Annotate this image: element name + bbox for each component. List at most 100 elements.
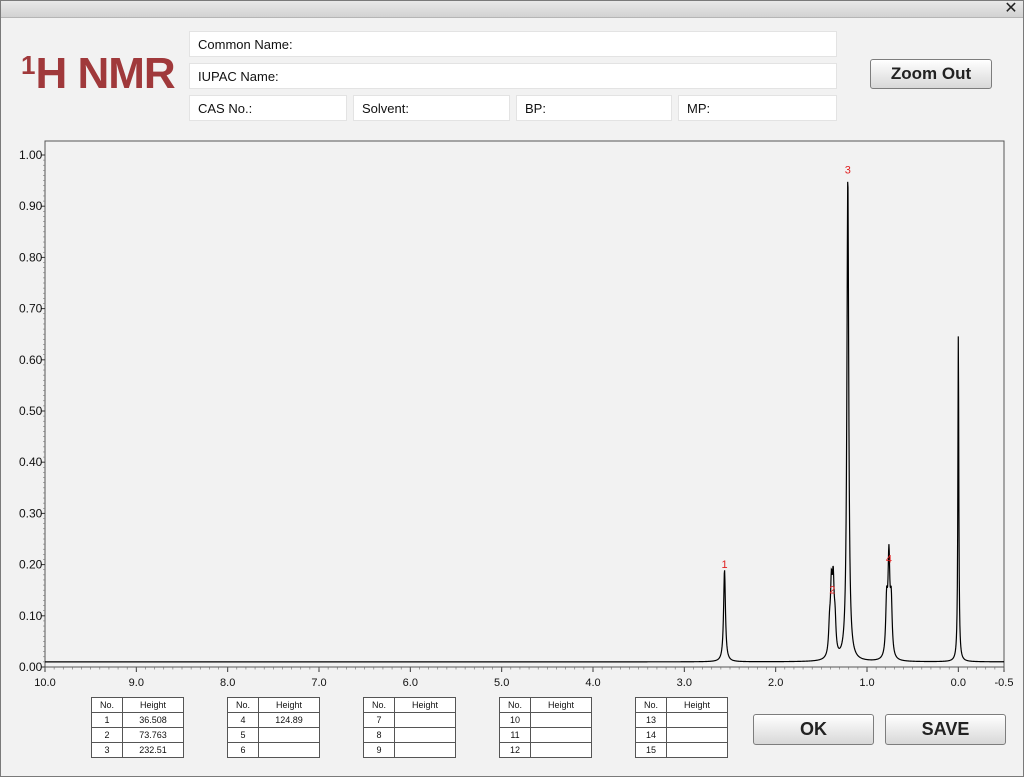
- close-icon[interactable]: ✕: [1003, 0, 1019, 17]
- peak-number-cell: 15: [635, 742, 667, 758]
- table-row: 4 124.89: [227, 712, 320, 728]
- peak-height-cell: 36.508: [122, 712, 184, 728]
- table-header-height: Height: [530, 697, 592, 713]
- table-row: 6: [227, 742, 320, 758]
- x-tick-label: 5.0: [494, 677, 509, 689]
- x-tick-label: 8.0: [220, 677, 235, 689]
- table-header-no: No.: [499, 697, 531, 713]
- peak-height-cell: [666, 727, 728, 743]
- peak-height-cell: [394, 742, 456, 758]
- table-row: 9: [363, 742, 456, 758]
- peak-number-cell: 9: [363, 742, 395, 758]
- cas-no-field[interactable]: CAS No.:: [189, 95, 347, 121]
- peak-label: 2: [829, 584, 835, 596]
- table-row: 1 36.508: [91, 712, 184, 728]
- peak-table: No. Height 13 14 15: [635, 697, 728, 758]
- table-row: 15: [635, 742, 728, 758]
- x-tick-label: 4.0: [585, 677, 600, 689]
- table-row: 13: [635, 712, 728, 728]
- x-tick-label: -0.5: [995, 677, 1014, 689]
- peak-height-cell: 73.763: [122, 727, 184, 743]
- table-row: 14: [635, 727, 728, 743]
- table-row: 10: [499, 712, 592, 728]
- page-title: 1H NMR: [21, 49, 176, 104]
- peak-height-cell: [258, 742, 320, 758]
- common-name-field[interactable]: Common Name:: [189, 31, 837, 57]
- table-header-no: No.: [635, 697, 667, 713]
- peak-table: No. Height 7 8 9: [363, 697, 456, 758]
- peak-number-cell: 5: [227, 727, 259, 743]
- title-superscript: 1: [21, 50, 36, 80]
- bp-label: BP:: [525, 101, 546, 116]
- y-tick-label: 0.30: [19, 506, 43, 520]
- peak-number-cell: 8: [363, 727, 395, 743]
- peak-number-cell: 3: [91, 742, 123, 758]
- peak-number-cell: 6: [227, 742, 259, 758]
- y-tick-label: 0.00: [19, 660, 43, 674]
- peak-label: 4: [886, 554, 892, 566]
- nmr-window: ✕ 1H NMR Common Name: IUPAC Name: CAS No…: [0, 0, 1024, 777]
- y-tick-label: 0.50: [19, 404, 43, 418]
- x-tick-label: 10.0: [34, 677, 55, 689]
- peak-height-cell: [530, 727, 592, 743]
- peak-table: No. Height 10 11 12: [499, 697, 592, 758]
- peak-number-cell: 12: [499, 742, 531, 758]
- x-tick-label: 1.0: [859, 677, 874, 689]
- table-row: 11: [499, 727, 592, 743]
- title-text: H NMR: [35, 49, 175, 98]
- peak-height-cell: [258, 727, 320, 743]
- peak-height-cell: 232.51: [122, 742, 184, 758]
- y-tick-label: 0.80: [19, 250, 43, 264]
- plot-area: [44, 140, 1005, 668]
- table-header-height: Height: [258, 697, 320, 713]
- solvent-label: Solvent:: [362, 101, 409, 116]
- y-tick-label: 0.20: [19, 558, 43, 572]
- peak-height-cell: [666, 712, 728, 728]
- table-header-height: Height: [666, 697, 728, 713]
- table-row: 12: [499, 742, 592, 758]
- table-row: 3 232.51: [91, 742, 184, 758]
- window-title-bar: ✕: [1, 0, 1023, 18]
- peak-number-cell: 10: [499, 712, 531, 728]
- x-tick-label: 2.0: [768, 677, 783, 689]
- peak-label: 1: [721, 559, 727, 571]
- peak-height-cell: [530, 712, 592, 728]
- zoom-out-button[interactable]: Zoom Out: [870, 59, 992, 89]
- y-tick-label: 0.90: [19, 199, 43, 213]
- table-header-height: Height: [394, 697, 456, 713]
- table-header-no: No.: [363, 697, 395, 713]
- table-header-no: No.: [91, 697, 123, 713]
- peak-number-cell: 1: [91, 712, 123, 728]
- table-header-no: No.: [227, 697, 259, 713]
- mp-field[interactable]: MP:: [678, 95, 837, 121]
- y-tick-label: 0.60: [19, 353, 43, 367]
- peak-height-cell: [530, 742, 592, 758]
- table-header-height: Height: [122, 697, 184, 713]
- iupac-name-label: IUPAC Name:: [198, 69, 279, 84]
- y-tick-label: 0.10: [19, 609, 43, 623]
- ok-button[interactable]: OK: [753, 714, 874, 745]
- x-tick-label: 7.0: [311, 677, 326, 689]
- save-button[interactable]: SAVE: [885, 714, 1006, 745]
- nmr-spectrum-chart: 0.00 0.10 0.20 0.30 0.40 0.50 0.60 0.70 0.80 0.90…: [19, 140, 1014, 689]
- y-tick-label: 1.00: [19, 148, 43, 162]
- peak-number-cell: 13: [635, 712, 667, 728]
- peak-number-cell: 14: [635, 727, 667, 743]
- table-row: 5: [227, 727, 320, 743]
- x-tick-label: 9.0: [129, 677, 144, 689]
- table-row: 2 73.763: [91, 727, 184, 743]
- mp-label: MP:: [687, 101, 711, 116]
- iupac-name-field[interactable]: IUPAC Name:: [189, 63, 837, 89]
- table-row: 8: [363, 727, 456, 743]
- common-name-label: Common Name:: [198, 37, 293, 52]
- peak-height-cell: [394, 712, 456, 728]
- peak-height-cell: [666, 742, 728, 758]
- peak-height-cell: 124.89: [258, 712, 320, 728]
- solvent-field[interactable]: Solvent:: [353, 95, 510, 121]
- x-tick-label: 0.0: [951, 677, 966, 689]
- bp-field[interactable]: BP:: [516, 95, 672, 121]
- peak-number-cell: 7: [363, 712, 395, 728]
- x-tick-label: 6.0: [403, 677, 418, 689]
- y-tick-label: 0.40: [19, 455, 43, 469]
- peak-number-cell: 2: [91, 727, 123, 743]
